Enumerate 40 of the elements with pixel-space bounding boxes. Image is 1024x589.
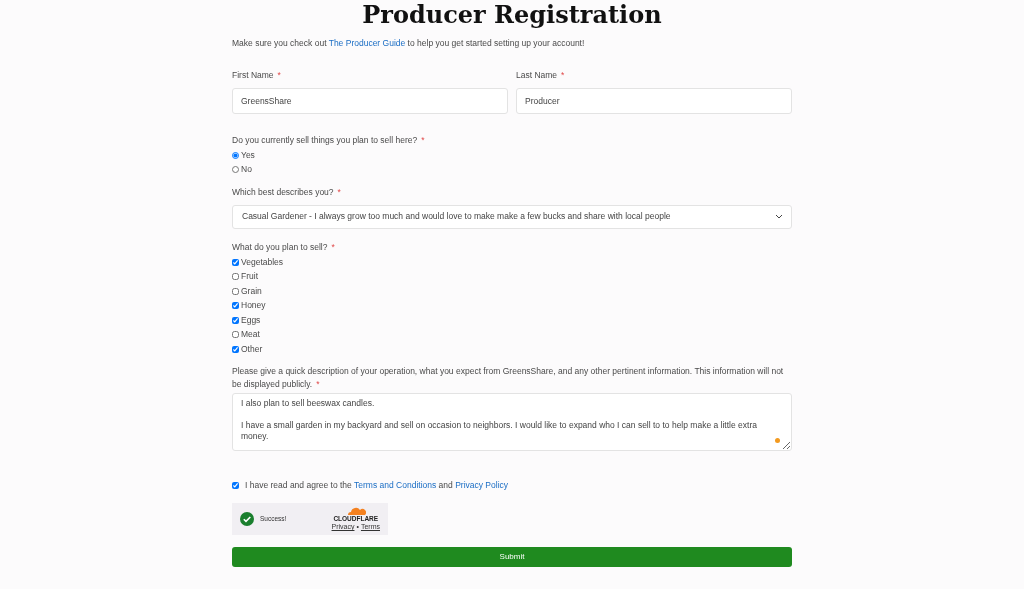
checkbox[interactable] [232,273,239,280]
name-input[interactable]: Producer [516,87,792,114]
option-label: Meat [241,328,260,341]
field-label: First Name * [232,69,281,80]
field-label: What do you plan to sell? * [232,241,335,252]
option-label: Yes [241,148,255,162]
submit-button[interactable]: Submit [232,546,792,567]
checkbox[interactable] [232,302,239,309]
option-label: Honey [241,299,266,312]
checkbox[interactable] [232,316,239,324]
option-label: No [241,163,252,176]
checkbox[interactable] [232,331,239,338]
describe-select[interactable]: Casual Gardener - I always grow too much and would love to make make a few bucks and share with local people [232,204,792,229]
option-label: Other [241,342,263,356]
checkbox[interactable] [232,345,239,353]
status-dot-icon [775,438,780,443]
radio-button[interactable] [232,151,239,159]
radio-button[interactable] [232,166,239,173]
checkbox[interactable] [232,287,239,295]
chevron-down-icon [775,214,783,220]
agree-checkbox[interactable] [232,481,239,489]
producer-guide-link[interactable]: The Producer Guide [328,38,406,48]
field-label: Please give a quick description of your operation, what you expect from GreensShare, and any other pertinent information. This information will not be displayed publicly. * [232,366,784,390]
description-textarea[interactable]: I also plan to sell beeswax candles. I have a small garden in my backyard and sell on occasion to neighbors. I would like to expand who I can sell to to help make a little extra money. [232,393,792,452]
checkbox[interactable] [232,258,239,266]
page-title: Producer Registration [361,0,663,30]
privacy-link[interactable]: Privacy Policy [455,480,509,490]
check-circle-icon [240,511,254,526]
terms-link[interactable]: Terms and Conditions [354,480,437,490]
agree-text: I have read and agree to the Terms and Conditions and Privacy Policy [245,479,509,492]
field-label: Which best describes you? * [232,186,341,197]
cloud-logo-icon [345,506,366,516]
option-label: Fruit [241,270,258,283]
name-input[interactable]: GreensShare [232,87,508,114]
option-label: Vegetables [241,255,284,269]
intro-text: Make sure you check out The Producer Guide to help you get started setting up your account! [232,37,586,50]
field-label: Last Name * [516,69,565,80]
field-label: Do you currently sell things you plan to sell here? * [232,134,425,145]
option-label: Eggs [241,313,261,327]
option-label: Grain [241,284,262,298]
